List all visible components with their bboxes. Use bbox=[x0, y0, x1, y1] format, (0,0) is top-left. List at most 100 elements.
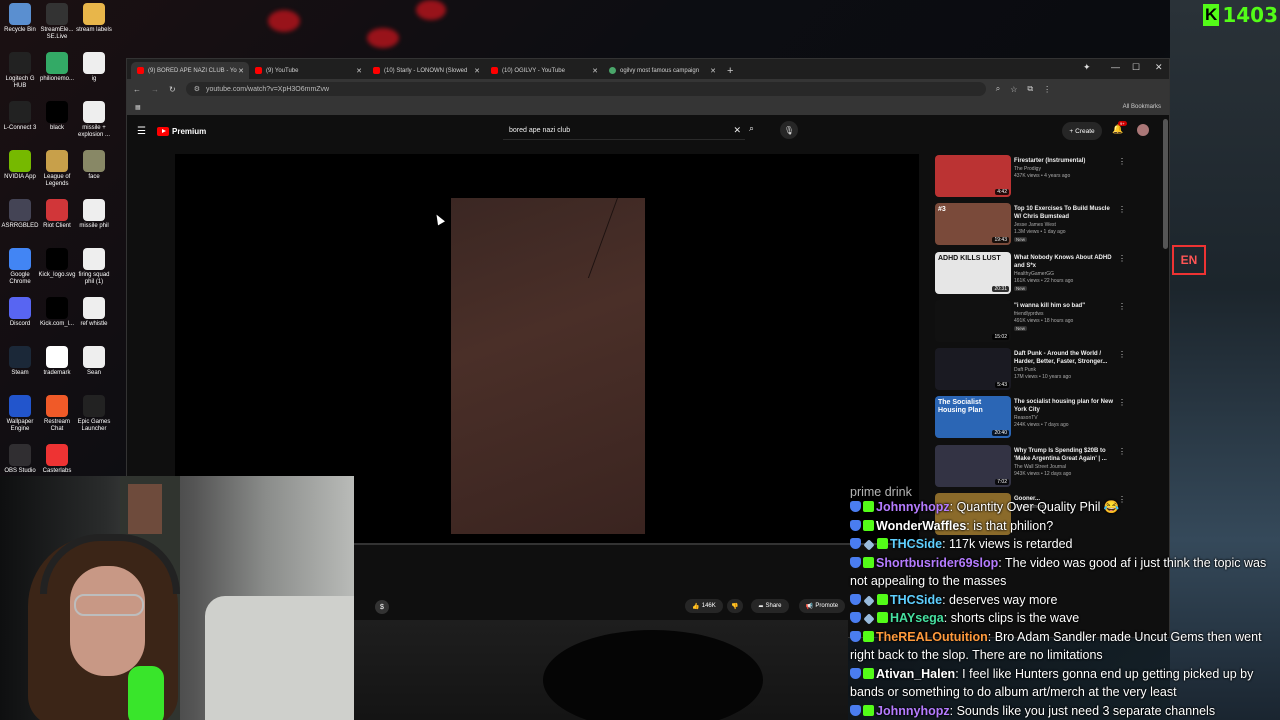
desktop-shortcut[interactable]: ref whistle bbox=[74, 297, 114, 328]
recommended-video-title[interactable]: Daft Punk - Around the World / Harder, B… bbox=[1014, 350, 1114, 366]
promote-button[interactable]: 📢 Promote bbox=[799, 599, 845, 613]
desktop-shortcut[interactable]: trademark bbox=[37, 346, 77, 377]
video-thumbnail[interactable]: 7:02 bbox=[935, 444, 1011, 487]
video-thumbnail[interactable]: 15:02 bbox=[935, 299, 1011, 342]
more-options-icon[interactable]: ⋮ bbox=[1118, 302, 1126, 311]
channel-name[interactable]: HealthyGamerGG bbox=[1014, 271, 1114, 278]
recommended-video-title[interactable]: Firestarter (Instrumental) bbox=[1014, 157, 1114, 165]
dislike-button[interactable]: 👎 bbox=[727, 599, 743, 613]
close-tab-icon[interactable]: ✕ bbox=[238, 67, 244, 75]
desktop-shortcut[interactable]: Logitech G HUB bbox=[0, 52, 40, 90]
recommended-video[interactable]: 5:43 Daft Punk - Around the World / Harde… bbox=[935, 348, 1135, 395]
desktop-shortcut[interactable]: Riot Client bbox=[37, 199, 77, 230]
maximize-button[interactable]: ☐ bbox=[1132, 62, 1140, 73]
back-icon[interactable]: ← bbox=[133, 85, 141, 94]
desktop-shortcut[interactable]: Epic Games Launcher bbox=[74, 395, 114, 433]
recommended-video[interactable]: #3 19:43 Top 10 Exercises To Build Muscle … bbox=[935, 203, 1135, 250]
close-tab-icon[interactable]: ✕ bbox=[356, 67, 362, 75]
close-tab-icon[interactable]: ✕ bbox=[592, 67, 598, 75]
clear-search-icon[interactable]: ✕ bbox=[733, 125, 741, 136]
browser-tab[interactable]: (10) Starly - LONOWN (Slowed ✕ bbox=[367, 62, 485, 79]
more-options-icon[interactable]: ⋮ bbox=[1118, 350, 1126, 359]
search-input[interactable]: bored ape nazi club ✕ bbox=[503, 122, 745, 140]
close-tab-icon[interactable]: ✕ bbox=[710, 67, 716, 75]
close-window-button[interactable]: ✕ bbox=[1155, 62, 1163, 73]
browser-tab[interactable]: (9) BORED APE NAZI CLUB - Yo ✕ bbox=[131, 62, 249, 79]
channel-name[interactable]: ReasonTV bbox=[1014, 415, 1114, 422]
desktop-shortcut[interactable]: Kick.com_l... bbox=[37, 297, 77, 328]
search-icon[interactable]: ⌕ bbox=[749, 123, 754, 134]
desktop-shortcut[interactable]: Kick_logo.svg bbox=[37, 248, 77, 279]
desktop-shortcut[interactable]: missile phil bbox=[74, 199, 114, 230]
browser-tab[interactable]: (10) OGILVY - YouTube ✕ bbox=[485, 62, 603, 79]
video-thumbnail[interactable]: The Socialist Housing Plan 20:40 bbox=[935, 396, 1011, 439]
all-bookmarks[interactable]: All Bookmarks bbox=[1123, 104, 1161, 110]
recommended-video[interactable]: 15:02 "i wanna kill him so bad" friendlypr… bbox=[935, 299, 1135, 347]
apps-icon[interactable]: ▦ bbox=[135, 104, 141, 111]
more-options-icon[interactable]: ⋮ bbox=[1118, 447, 1126, 456]
channel-name[interactable]: The Prodigy bbox=[1014, 166, 1114, 173]
thanks-dollar-icon[interactable]: $ bbox=[375, 600, 389, 614]
channel-name[interactable]: Jesse James West bbox=[1014, 222, 1114, 229]
recommended-video-title[interactable]: Why Trump Is Spending $20B to 'Make Arge… bbox=[1014, 447, 1114, 463]
desktop-shortcut[interactable]: Restream Chat bbox=[37, 395, 77, 433]
desktop-shortcut[interactable]: firing squad phil (1) bbox=[74, 248, 114, 286]
recommended-video-title[interactable]: Top 10 Exercises To Build Muscle W/ Chri… bbox=[1014, 205, 1114, 221]
extension-icon[interactable]: ✦ bbox=[1083, 62, 1091, 73]
recommended-video[interactable]: 4:42 Firestarter (Instrumental) The Prodig… bbox=[935, 155, 1135, 202]
star-icon[interactable]: ☆ bbox=[1010, 85, 1017, 94]
create-button[interactable]: + Create bbox=[1062, 122, 1102, 140]
recommended-video[interactable]: ADHD KILLS LUST 20:31 What Nobody Knows Ab… bbox=[935, 251, 1135, 299]
notifications-bell-icon[interactable]: 🔔 9+ bbox=[1112, 121, 1127, 135]
new-tab-button[interactable]: + bbox=[721, 62, 739, 79]
channel-name[interactable]: friendlyprdws bbox=[1014, 311, 1114, 318]
desktop-shortcut[interactable]: Google Chrome bbox=[0, 248, 40, 286]
voice-search-mic-icon[interactable]: 🎙 bbox=[780, 121, 798, 139]
desktop-shortcut[interactable]: League of Legends bbox=[37, 150, 77, 188]
desktop-shortcut[interactable]: philionemo... bbox=[37, 52, 77, 83]
channel-name[interactable]: Daft Punk bbox=[1014, 367, 1114, 374]
desktop-shortcut[interactable]: Discord bbox=[0, 297, 40, 328]
channel-name[interactable]: The Wall Street Journal bbox=[1014, 464, 1114, 471]
url-field[interactable]: ⚙ youtube.com/watch?v=XpH3O6mmZvw bbox=[185, 82, 986, 96]
more-options-icon[interactable]: ⋮ bbox=[1118, 157, 1126, 166]
hamburger-menu-icon[interactable]: ☰ bbox=[137, 126, 146, 137]
desktop-shortcut[interactable]: ig bbox=[74, 52, 114, 83]
recommended-video[interactable]: The Socialist Housing Plan 20:40 The socia… bbox=[935, 396, 1135, 443]
video-thumbnail[interactable]: ADHD KILLS LUST 20:31 bbox=[935, 251, 1011, 294]
desktop-shortcut[interactable]: NVIDIA App bbox=[0, 150, 40, 181]
browser-tab[interactable]: (9) YouTube ✕ bbox=[249, 62, 367, 79]
desktop-shortcut[interactable]: missile + explosion ... bbox=[74, 101, 114, 139]
desktop-shortcut[interactable]: Steam bbox=[0, 346, 40, 377]
browser-tab[interactable]: ogilvy most famous campaign ✕ bbox=[603, 62, 721, 79]
desktop-shortcut[interactable]: StreamEle... SE.Live bbox=[37, 3, 77, 41]
recommended-video-title[interactable]: What Nobody Knows About ADHD and S*x bbox=[1014, 254, 1114, 270]
recommended-video-title[interactable]: "i wanna kill him so bad" bbox=[1014, 302, 1114, 310]
minimize-button[interactable]: — bbox=[1111, 62, 1120, 72]
desktop-shortcut[interactable]: ASRRGBLED bbox=[0, 199, 40, 230]
desktop-shortcut[interactable]: Wallpaper Engine bbox=[0, 395, 40, 433]
like-button[interactable]: 👍 146K bbox=[685, 599, 723, 613]
more-options-icon[interactable]: ⋮ bbox=[1118, 205, 1126, 214]
extensions-icon[interactable]: ⧉ bbox=[1027, 84, 1033, 94]
desktop-shortcut[interactable]: Recycle Bin bbox=[0, 3, 40, 34]
reload-icon[interactable]: ↻ bbox=[169, 85, 176, 94]
recommended-video[interactable]: 7:02 Why Trump Is Spending $20B to 'Make … bbox=[935, 444, 1135, 492]
forward-icon[interactable]: → bbox=[151, 85, 159, 94]
account-avatar[interactable] bbox=[1137, 124, 1149, 136]
video-thumbnail[interactable]: 4:42 bbox=[935, 155, 1011, 197]
video-thumbnail[interactable]: #3 19:43 bbox=[935, 203, 1011, 246]
desktop-shortcut[interactable]: face bbox=[74, 150, 114, 181]
desktop-shortcut[interactable]: OBS Studio bbox=[0, 444, 40, 475]
share-button[interactable]: ➦ Share bbox=[751, 599, 789, 613]
desktop-shortcut[interactable]: Casterlabs bbox=[37, 444, 77, 475]
desktop-shortcut[interactable]: Sean bbox=[74, 346, 114, 377]
menu-dots-icon[interactable]: ⋮ bbox=[1043, 85, 1051, 94]
scrollbar[interactable] bbox=[1163, 119, 1168, 249]
desktop-shortcut[interactable]: black bbox=[37, 101, 77, 132]
video-thumbnail[interactable]: 5:43 bbox=[935, 348, 1011, 391]
more-options-icon[interactable]: ⋮ bbox=[1118, 254, 1126, 263]
recommended-video-title[interactable]: The socialist housing plan for New York … bbox=[1014, 398, 1114, 414]
zoom-icon[interactable]: ⌕ bbox=[996, 84, 1000, 94]
site-info-icon[interactable]: ⚙ bbox=[194, 85, 200, 93]
